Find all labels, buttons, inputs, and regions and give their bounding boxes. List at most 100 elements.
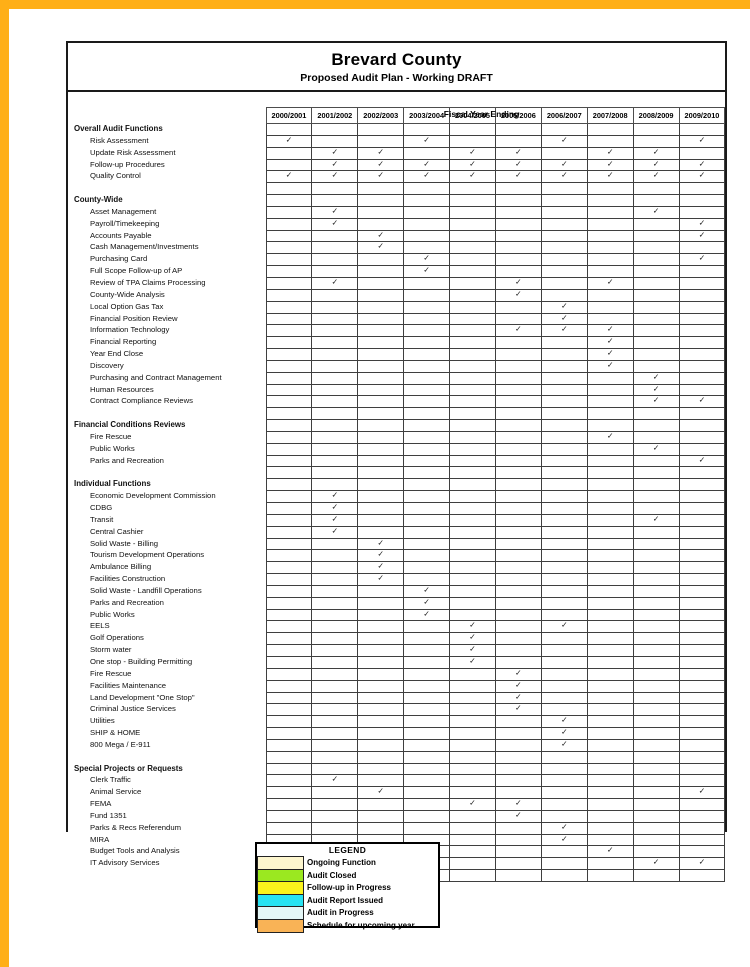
plan-cell[interactable]: [311, 253, 359, 267]
plan-cell[interactable]: [311, 466, 359, 480]
plan-cell[interactable]: [678, 620, 726, 634]
plan-cell[interactable]: [540, 123, 588, 136]
plan-cell[interactable]: [403, 786, 451, 800]
plan-cell[interactable]: [540, 561, 588, 575]
plan-cell[interactable]: [632, 359, 680, 373]
plan-cell[interactable]: [586, 584, 634, 598]
plan-cell[interactable]: [540, 229, 588, 243]
plan-cell[interactable]: [586, 371, 634, 385]
plan-cell[interactable]: [403, 762, 451, 776]
plan-cell[interactable]: [586, 703, 634, 717]
plan-cell[interactable]: [586, 786, 634, 800]
plan-cell[interactable]: [311, 348, 359, 361]
plan-cell-marked[interactable]: ✓: [586, 430, 634, 444]
plan-cell[interactable]: [357, 632, 405, 646]
plan-cell[interactable]: [540, 774, 588, 788]
plan-cell[interactable]: [403, 561, 451, 575]
plan-cell[interactable]: [403, 430, 451, 444]
plan-cell[interactable]: [403, 667, 451, 681]
plan-cell[interactable]: [494, 478, 542, 492]
plan-cell[interactable]: [265, 738, 313, 752]
plan-cell[interactable]: [265, 407, 313, 421]
plan-cell[interactable]: [494, 253, 542, 267]
plan-cell[interactable]: [540, 679, 588, 693]
plan-cell[interactable]: [678, 241, 726, 255]
plan-cell[interactable]: [678, 359, 726, 373]
plan-cell[interactable]: [540, 632, 588, 646]
plan-cell[interactable]: [449, 454, 496, 468]
plan-cell-marked[interactable]: ✓: [632, 395, 680, 409]
plan-cell-marked[interactable]: ✓: [449, 798, 496, 811]
plan-cell[interactable]: [632, 537, 680, 551]
plan-cell[interactable]: [540, 276, 588, 290]
plan-cell[interactable]: [586, 182, 634, 196]
plan-cell[interactable]: [632, 833, 680, 847]
plan-cell[interactable]: [586, 513, 634, 527]
plan-cell[interactable]: [449, 537, 496, 551]
plan-cell-marked[interactable]: ✓: [494, 158, 542, 172]
plan-cell[interactable]: [403, 229, 451, 243]
plan-cell[interactable]: [586, 442, 634, 456]
plan-cell[interactable]: [357, 217, 405, 231]
plan-cell[interactable]: [494, 774, 542, 788]
plan-cell[interactable]: [357, 774, 405, 788]
plan-cell-marked[interactable]: ✓: [540, 821, 588, 835]
plan-cell[interactable]: [678, 596, 726, 610]
plan-cell[interactable]: [540, 348, 588, 361]
plan-cell[interactable]: [540, 549, 588, 563]
plan-cell[interactable]: [494, 229, 542, 243]
plan-cell[interactable]: [449, 715, 496, 729]
plan-cell[interactable]: [311, 229, 359, 243]
plan-cell[interactable]: [449, 490, 496, 503]
plan-cell[interactable]: [678, 608, 726, 622]
plan-cell[interactable]: [586, 525, 634, 539]
plan-cell[interactable]: [632, 703, 680, 717]
plan-cell[interactable]: [449, 584, 496, 598]
plan-cell[interactable]: [449, 265, 496, 278]
plan-cell[interactable]: [357, 596, 405, 610]
plan-cell[interactable]: [357, 490, 405, 503]
plan-cell[interactable]: [357, 584, 405, 598]
plan-cell[interactable]: [403, 194, 451, 207]
plan-cell[interactable]: [632, 348, 680, 361]
plan-cell[interactable]: [586, 419, 634, 432]
plan-cell[interactable]: [403, 644, 451, 657]
plan-cell[interactable]: [540, 419, 588, 432]
plan-cell-marked[interactable]: ✓: [586, 158, 634, 172]
plan-cell[interactable]: [357, 430, 405, 444]
plan-cell[interactable]: [357, 442, 405, 456]
plan-cell[interactable]: [449, 703, 496, 717]
plan-cell[interactable]: [311, 478, 359, 492]
plan-cell[interactable]: [449, 348, 496, 361]
plan-cell-marked[interactable]: ✓: [357, 229, 405, 243]
plan-cell[interactable]: [632, 869, 680, 882]
plan-cell[interactable]: [265, 549, 313, 563]
plan-cell[interactable]: [357, 727, 405, 740]
plan-cell[interactable]: [632, 288, 680, 302]
plan-cell[interactable]: [311, 786, 359, 800]
plan-cell-marked[interactable]: ✓: [586, 845, 634, 859]
plan-cell-marked[interactable]: ✓: [403, 584, 451, 598]
plan-cell-marked[interactable]: ✓: [311, 774, 359, 788]
plan-cell[interactable]: [311, 194, 359, 207]
plan-cell[interactable]: [540, 691, 588, 705]
plan-cell[interactable]: [403, 300, 451, 314]
plan-cell-marked[interactable]: ✓: [632, 513, 680, 527]
plan-cell[interactable]: [586, 205, 634, 219]
plan-cell[interactable]: [265, 762, 313, 776]
plan-cell[interactable]: [449, 123, 496, 136]
plan-cell[interactable]: [449, 336, 496, 350]
plan-cell[interactable]: [265, 679, 313, 693]
plan-cell[interactable]: [265, 478, 313, 492]
plan-cell[interactable]: [586, 857, 634, 871]
plan-cell[interactable]: [449, 513, 496, 527]
plan-cell[interactable]: [357, 324, 405, 338]
plan-cell[interactable]: [632, 620, 680, 634]
plan-cell[interactable]: [494, 336, 542, 350]
plan-cell[interactable]: [403, 466, 451, 480]
plan-cell[interactable]: [494, 715, 542, 729]
plan-cell-marked[interactable]: ✓: [494, 667, 542, 681]
plan-cell[interactable]: [632, 655, 680, 669]
plan-cell[interactable]: [678, 573, 726, 586]
plan-cell[interactable]: [265, 217, 313, 231]
